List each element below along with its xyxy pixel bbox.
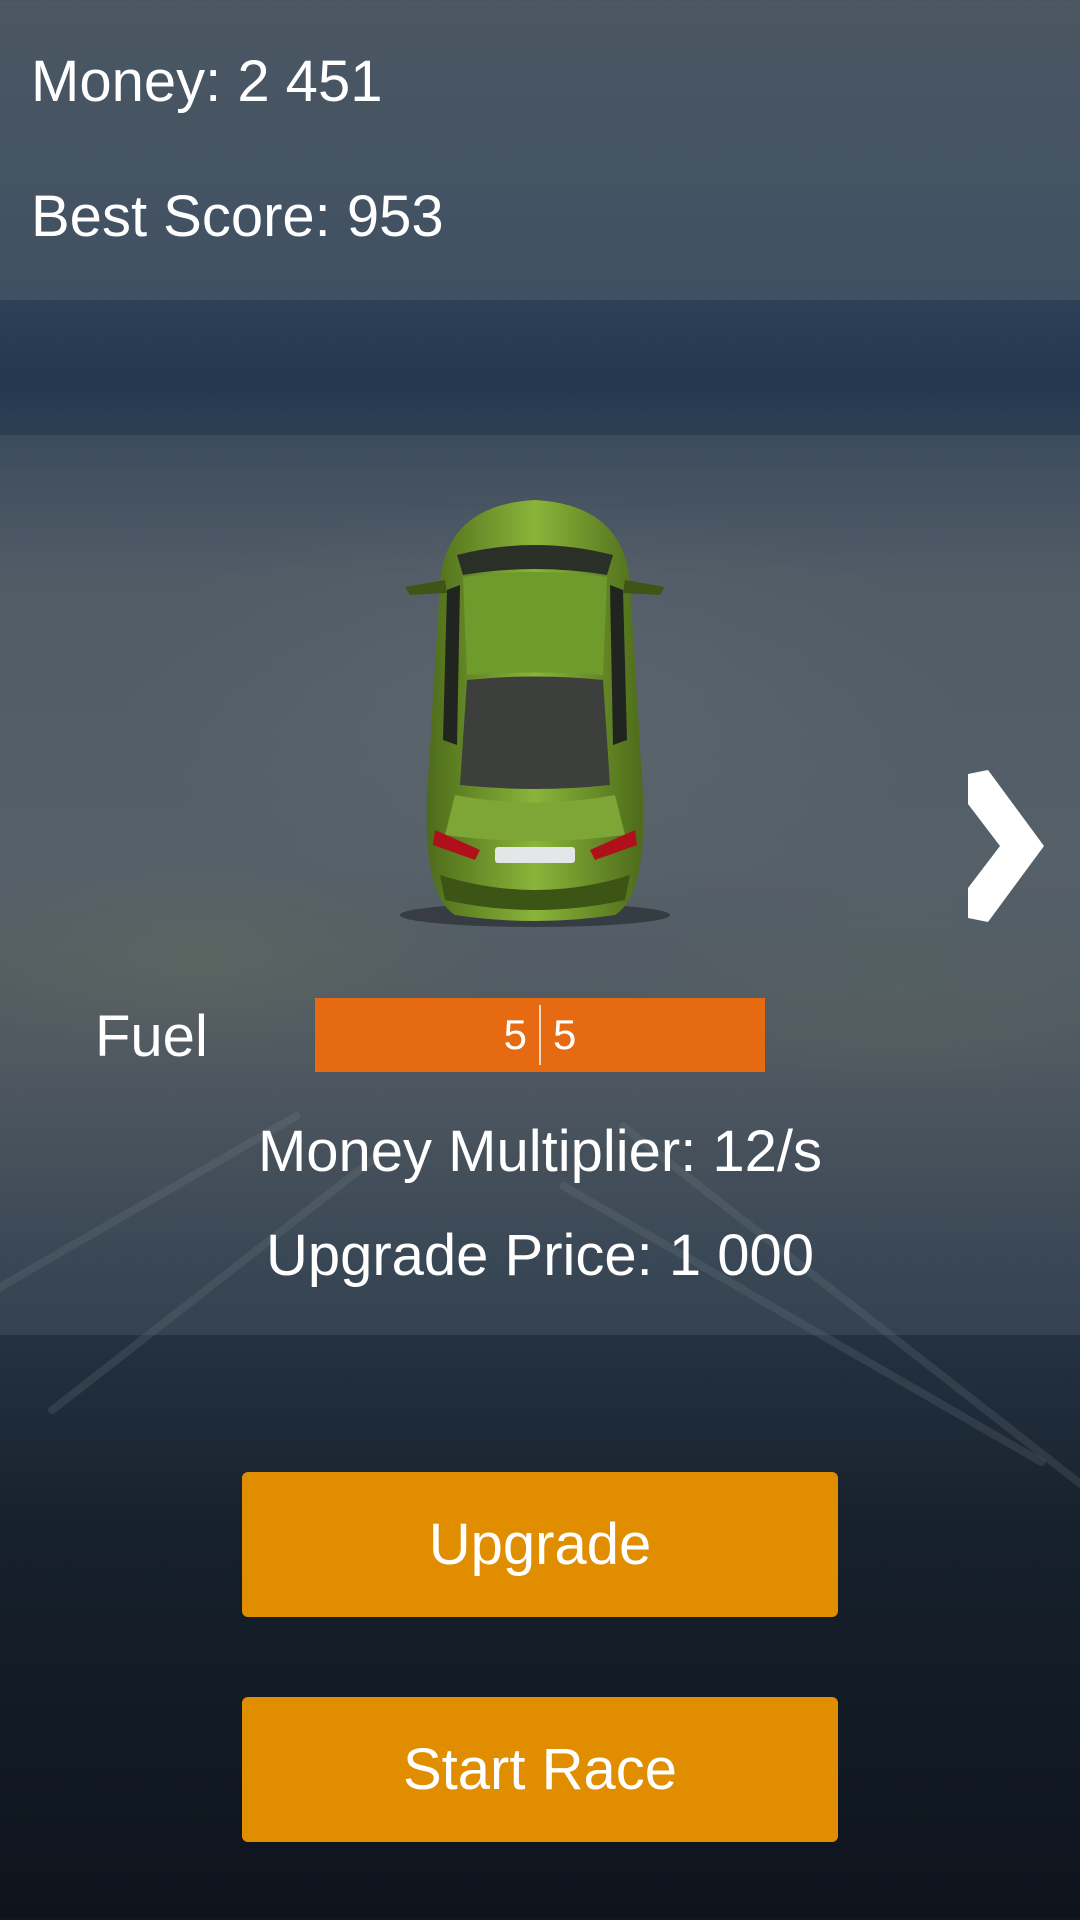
stats-header-panel (0, 0, 1080, 300)
fuel-values: 5 5 (315, 998, 765, 1072)
car-top-view-icon (400, 500, 670, 927)
upgrade-button[interactable]: Upgrade (242, 1472, 838, 1617)
money-counter: Money: 2 451 (31, 49, 383, 114)
upgrade-price: Upgrade Price: 1 000 (265, 1223, 815, 1288)
best-score: Best Score: 953 (31, 184, 444, 249)
money-multiplier: Money Multiplier: 12/s (257, 1119, 823, 1184)
fuel-label: Fuel (95, 1004, 208, 1069)
chevron-right-icon[interactable] (960, 770, 1044, 922)
fuel-current: 5 (503, 1011, 527, 1058)
start-race-button[interactable]: Start Race (242, 1697, 838, 1842)
fuel-max: 5 (553, 1011, 577, 1058)
fuel-bar: 5 5 (315, 998, 765, 1072)
